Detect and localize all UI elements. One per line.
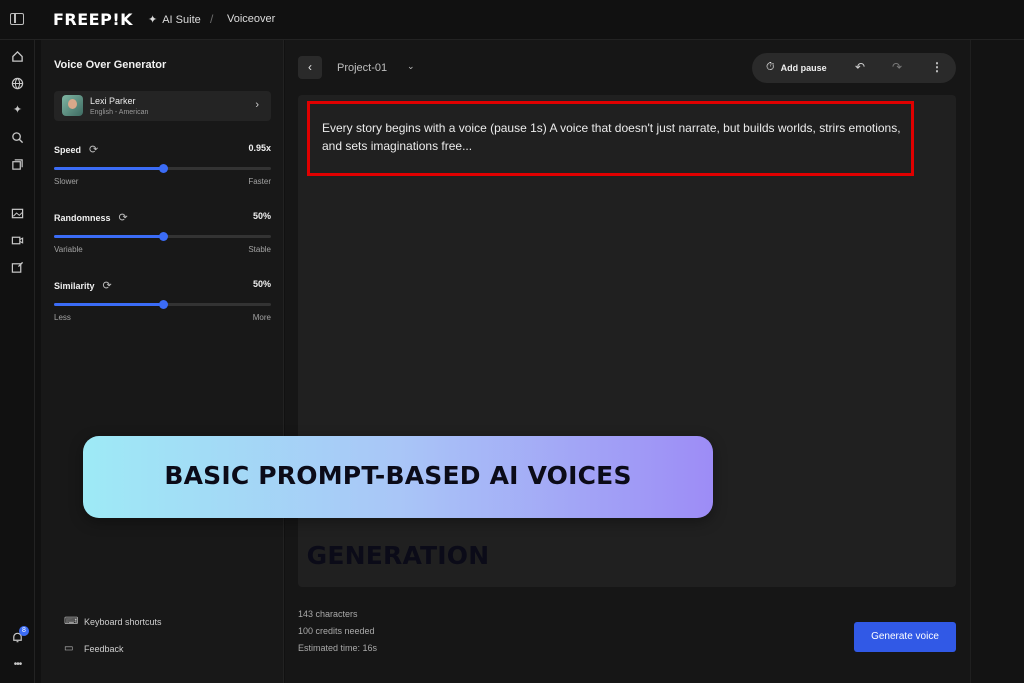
add-pause-label: Add pause	[780, 62, 827, 73]
video-icon[interactable]	[11, 234, 24, 247]
slider-fill	[54, 167, 163, 170]
panel-toggle-icon[interactable]	[10, 13, 24, 25]
editor-text[interactable]: Every story begins with a voice (pause 1…	[322, 119, 902, 155]
similarity-max-label: More	[252, 313, 271, 322]
home-icon[interactable]	[11, 50, 24, 63]
search-icon[interactable]	[11, 131, 24, 144]
reset-icon[interactable]: ⟳	[89, 143, 98, 156]
editor-toolbar: ⏱ Add pause ↶ ↷ ⋮	[752, 53, 956, 83]
sparkle-icon: ✦	[148, 14, 158, 26]
keyboard-shortcuts-label: Keyboard shortcuts	[84, 616, 162, 627]
speed-max-label: Faster	[248, 177, 271, 186]
chevron-right-icon: ›	[255, 99, 259, 111]
sparkle-icon[interactable]: ✦	[11, 104, 24, 117]
ai-suite-label: AI Suite	[162, 13, 201, 26]
voice-language: English - American	[90, 109, 149, 116]
right-strip	[970, 40, 1024, 683]
generate-voice-button[interactable]: Generate voice	[854, 622, 956, 652]
randomness-slider-group: Randomness ⟳ 50% Variable Stable	[54, 211, 271, 261]
edit-icon[interactable]	[11, 261, 24, 274]
feedback-link[interactable]: ▭ Feedback	[64, 643, 124, 654]
redo-icon[interactable]: ↷	[892, 60, 902, 74]
randomness-max-label: Stable	[248, 245, 271, 254]
estimated-time: Estimated time: 16s	[298, 643, 378, 653]
top-bar: FREEP!K ✦ AI Suite / Voiceover	[0, 0, 1024, 40]
slider-thumb[interactable]	[158, 300, 168, 309]
freepik-logo[interactable]: FREEP!K	[53, 10, 133, 29]
keyboard-icon: ⌨	[64, 616, 79, 627]
chat-icon: ▭	[64, 643, 74, 654]
similarity-slider[interactable]	[54, 300, 271, 309]
generation-stats: 143 characters 100 credits needed Estima…	[298, 606, 377, 657]
slider-fill	[54, 303, 163, 306]
ai-suite-link[interactable]: ✦ AI Suite	[148, 13, 201, 27]
character-count: 143 characters	[298, 609, 358, 619]
left-rail: ✦ 8 •••	[0, 40, 35, 683]
randomness-label: Randomness	[54, 212, 111, 223]
randomness-value: 50%	[252, 211, 271, 221]
similarity-label: Similarity	[54, 280, 95, 291]
randomness-min-label: Variable	[54, 245, 83, 254]
speed-slider[interactable]	[54, 164, 271, 173]
image-icon[interactable]	[11, 207, 24, 220]
add-pause-button[interactable]: ⏱ Add pause	[766, 61, 827, 74]
undo-icon[interactable]: ↶	[855, 60, 865, 74]
similarity-min-label: Less	[54, 313, 71, 322]
globe-icon[interactable]	[11, 77, 24, 90]
similarity-slider-group: Similarity ⟳ 50% Less More	[54, 279, 271, 329]
more-options-icon[interactable]: ⋮	[931, 60, 943, 74]
reset-icon[interactable]: ⟳	[103, 279, 112, 292]
similarity-value: 50%	[252, 279, 271, 289]
credits-needed: 100 credits needed	[298, 626, 375, 636]
promo-banner: BASIC PROMPT-BASED AI VOICES GENERATION	[83, 436, 713, 570]
back-button[interactable]: ‹	[298, 56, 322, 79]
voice-name: Lexi Parker	[90, 96, 136, 106]
chevron-down-icon[interactable]: ⌄	[407, 61, 415, 72]
timer-icon: ⏱	[766, 61, 775, 73]
more-icon[interactable]: •••	[11, 658, 24, 671]
breadcrumb-separator: /	[210, 12, 214, 26]
slider-fill	[54, 235, 163, 238]
project-name[interactable]: Project-01	[337, 62, 387, 74]
breadcrumb-current: Voiceover	[227, 13, 276, 25]
notification-badge: 8	[19, 626, 29, 636]
voice-selector[interactable]: Lexi Parker English - American ›	[54, 91, 271, 121]
avatar	[62, 95, 83, 116]
speed-slider-group: Speed ⟳ 0.95x Slower Faster	[54, 143, 271, 193]
panel-title: Voice Over Generator	[54, 59, 167, 71]
speed-min-label: Slower	[54, 177, 79, 186]
library-icon[interactable]	[11, 158, 24, 171]
banner-text: BASIC PROMPT-BASED AI VOICES GENERATION	[164, 461, 632, 570]
slider-thumb[interactable]	[158, 232, 168, 241]
keyboard-shortcuts-link[interactable]: ⌨ Keyboard shortcuts	[64, 616, 162, 627]
speed-value: 0.95x	[248, 143, 271, 153]
randomness-slider[interactable]	[54, 232, 271, 241]
feedback-label: Feedback	[84, 643, 124, 654]
speed-label: Speed	[54, 144, 82, 155]
reset-icon[interactable]: ⟳	[119, 211, 128, 224]
settings-panel: Voice Over Generator Lexi Parker English…	[41, 40, 284, 683]
slider-thumb[interactable]	[158, 164, 168, 173]
